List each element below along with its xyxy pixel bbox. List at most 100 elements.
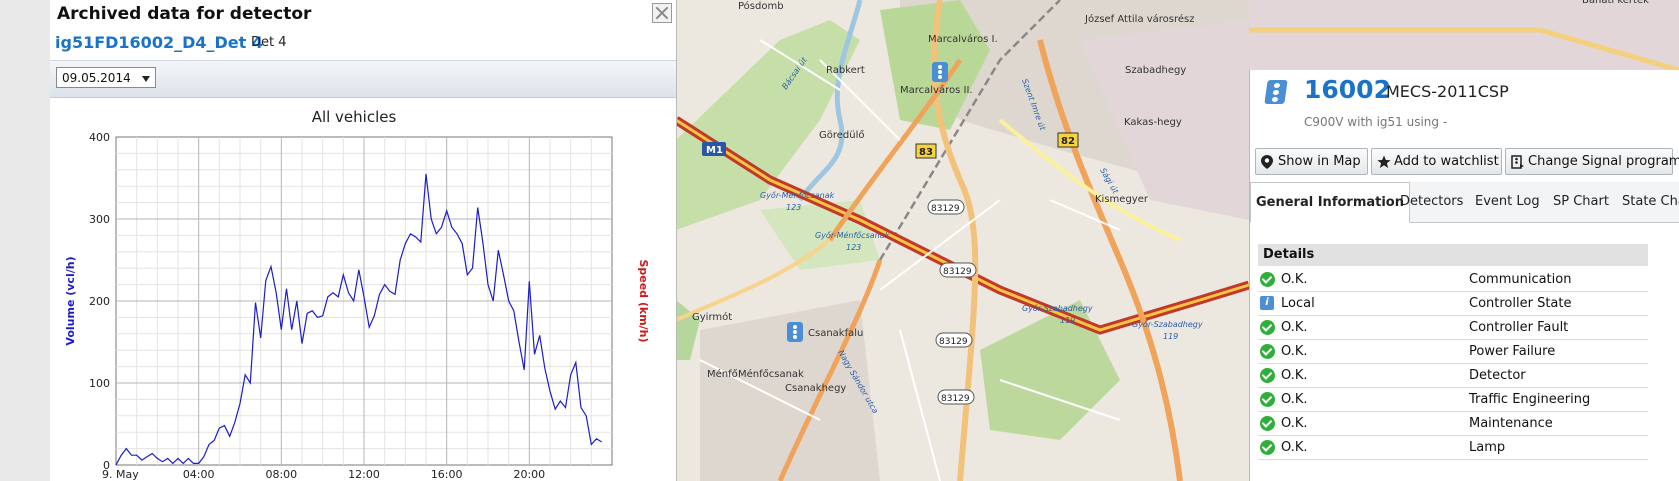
road-shield-83129: 83129	[935, 332, 973, 348]
y-tick-label: 100	[89, 377, 110, 390]
detector-id-link[interactable]: ig51FD16002_D4_Det 4	[55, 33, 263, 52]
details-row: O.K. Lamp	[1258, 436, 1648, 460]
close-icon[interactable]	[652, 3, 672, 23]
details-status: O.K.	[1281, 416, 1308, 431]
details-status: O.K.	[1281, 392, 1308, 407]
controller-tabs: General Information Detectors Event Log …	[1250, 182, 1679, 223]
svg-text:Győr-Szabadhegy: Győr-Szabadhegy	[1132, 320, 1203, 329]
y-tick-label: 400	[89, 131, 110, 144]
dialog-title: Archived data for detector	[57, 4, 312, 24]
ok-icon	[1260, 416, 1275, 431]
svg-text:83: 83	[919, 147, 933, 158]
svg-text:83129: 83129	[943, 267, 972, 277]
svg-text:123: 123	[846, 243, 861, 252]
details-name: Lamp	[1469, 440, 1506, 455]
tab-state-chart[interactable]: State Chart	[1622, 182, 1679, 222]
chevron-down-icon	[142, 76, 150, 82]
info-icon: i	[1260, 296, 1274, 310]
road-shield-83129: 83129	[937, 389, 975, 405]
tab-sp-chart[interactable]: SP Chart	[1553, 182, 1609, 222]
details-row: i Local Controller State	[1258, 292, 1648, 316]
svg-text:Marcalváros I.: Marcalváros I.	[928, 33, 998, 45]
date-select[interactable]: 09.05.2014	[56, 67, 156, 88]
detector-label: Det 4	[251, 35, 287, 50]
add-to-watchlist-label: Add to watchlist	[1394, 154, 1499, 169]
details-heading: Details	[1258, 244, 1648, 266]
details-row: O.K. Controller Fault	[1258, 316, 1648, 340]
tab-general-information[interactable]: General Information	[1250, 182, 1410, 223]
svg-text:Ménfő: Ménfő	[707, 368, 738, 380]
svg-text:119: 119	[1060, 316, 1075, 325]
svg-text:Göredülő: Göredülő	[819, 129, 865, 141]
controller-name: MECS-2011CSP	[1386, 82, 1509, 101]
left-sidebar-strip	[0, 0, 51, 481]
change-signal-program-label: Change Signal program	[1528, 154, 1679, 169]
svg-text:Marcalváros II.: Marcalváros II.	[900, 84, 973, 96]
y-axis-label-right: Speed (km/h)	[637, 259, 650, 342]
details-row: O.K. Maintenance	[1258, 412, 1648, 436]
road-shield-83: 83	[915, 143, 937, 159]
ok-icon	[1260, 272, 1275, 287]
svg-text:Győr-Szabadhegy: Győr-Szabadhegy	[1022, 304, 1093, 313]
controller-info-panel: 16002 MECS-2011CSP C900V with ig51 using…	[1249, 70, 1679, 481]
svg-text:Győr-Ménfőcsanak: Győr-Ménfőcsanak	[815, 230, 890, 240]
change-signal-program-button[interactable]: Change Signal program	[1505, 148, 1679, 175]
details-row: O.K. Detector	[1258, 364, 1648, 388]
x-tick-label: 20:00	[513, 468, 545, 481]
traffic-light-icon	[1264, 80, 1288, 104]
details-name: Maintenance	[1469, 416, 1553, 431]
details-name: Controller State	[1469, 296, 1572, 311]
x-tick-label: 08:00	[265, 468, 297, 481]
road-shield-82: 82	[1057, 132, 1079, 148]
x-tick-label: 16:00	[431, 468, 463, 481]
archived-data-dialog: Archived data for detector ig51FD16002_D…	[50, 0, 677, 481]
road-shield-83129: 83129	[927, 199, 965, 215]
details-row: O.K. Communication	[1258, 268, 1648, 292]
traffic-light-marker-icon[interactable]	[787, 322, 803, 342]
svg-text:Csanakfalu: Csanakfalu	[808, 328, 863, 339]
svg-text:József Attila városrész: József Attila városrész	[1084, 13, 1195, 25]
details-status: O.K.	[1281, 368, 1308, 383]
ok-icon	[1260, 392, 1275, 407]
star-icon	[1377, 155, 1391, 168]
details-status: O.K.	[1281, 272, 1308, 287]
details-row: O.K. Traffic Engineering	[1258, 388, 1648, 412]
tab-event-log[interactable]: Event Log	[1475, 182, 1540, 222]
add-to-watchlist-button[interactable]: Add to watchlist	[1371, 148, 1502, 175]
ok-icon	[1260, 320, 1275, 335]
controller-description: C900V with ig51 using -	[1304, 115, 1448, 129]
signal-program-icon	[1511, 155, 1524, 169]
x-tick-label: 04:00	[183, 468, 215, 481]
show-in-map-label: Show in Map	[1278, 154, 1361, 169]
ok-icon	[1260, 368, 1275, 383]
details-row: O.K. Power Failure	[1258, 340, 1648, 364]
traffic-light-marker-icon[interactable]	[932, 62, 948, 82]
ok-icon	[1260, 344, 1275, 359]
svg-text:83129: 83129	[931, 204, 960, 214]
date-toolbar: 09.05.2014	[50, 60, 676, 98]
chart-title: All vehicles	[312, 108, 397, 126]
show-in-map-button[interactable]: Show in Map	[1255, 148, 1368, 175]
road-shield-m1: M1	[702, 142, 726, 156]
svg-text:Kakas-hegy: Kakas-hegy	[1124, 117, 1182, 128]
svg-text:83129: 83129	[941, 394, 970, 404]
y-tick-label: 200	[89, 295, 110, 308]
y-axis-label-left: Volume (vcl/h)	[64, 256, 77, 345]
details-name: Controller Fault	[1469, 320, 1569, 335]
x-tick-label: 9. May	[102, 468, 139, 481]
y-tick-label: 300	[89, 213, 110, 226]
details-status: O.K.	[1281, 320, 1308, 335]
svg-text:119: 119	[1163, 332, 1178, 341]
details-name: Communication	[1469, 272, 1572, 287]
svg-text:Csanakhegy: Csanakhegy	[785, 383, 846, 394]
details-status: O.K.	[1281, 440, 1308, 455]
svg-text:Ménfőcsanak: Ménfőcsanak	[738, 368, 804, 380]
tab-detectors[interactable]: Detectors	[1400, 182, 1463, 222]
x-tick-label: 12:00	[348, 468, 380, 481]
svg-text:123: 123	[786, 203, 801, 212]
svg-text:Pósdomb: Pósdomb	[738, 0, 784, 12]
controller-id: 16002	[1304, 75, 1391, 104]
svg-text:Rabkert: Rabkert	[826, 65, 865, 76]
svg-text:83129: 83129	[939, 337, 968, 347]
ok-icon	[1260, 440, 1275, 455]
